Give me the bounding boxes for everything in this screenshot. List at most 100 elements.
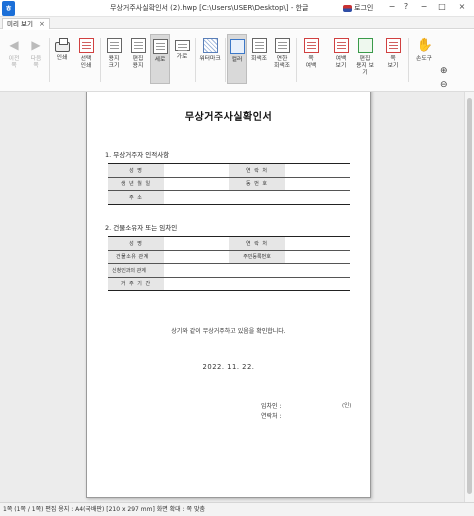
divider <box>408 38 409 82</box>
document-title: 무상거주사실확인서 <box>184 112 273 123</box>
table-cell <box>164 176 229 191</box>
color-button[interactable]: 컬러 <box>227 34 247 84</box>
zoom-out-icon[interactable]: ⊖ <box>440 78 470 92</box>
ribbon-toolbar: ◀ 이전 쪽 ▶ 다음 쪽 인쇄 선택 인쇄 용지 크기 편집 용지 세로 가로… <box>0 30 474 104</box>
document-date: 2022. 11. 22. <box>202 363 255 371</box>
table-cell: 건물소유 관계 <box>108 249 164 264</box>
preview-viewport[interactable]: 무상거주사실확인서 1. 무상거주자 인적사항 성 명 연 락 처 생 년 월 … <box>0 92 464 502</box>
next-page-button[interactable]: ▶ 다음 쪽 <box>26 34 46 84</box>
table-cell: 주민등록번호 <box>229 249 285 264</box>
table-cell <box>164 164 229 178</box>
ribbon-collapse-icon[interactable]: − <box>386 2 398 11</box>
light-grayscale-label: 연한 회색조 <box>274 56 290 69</box>
show-margin-button[interactable]: 여백 보기 <box>330 34 352 84</box>
page-view-button[interactable]: 쪽 보기 <box>382 34 404 84</box>
light-grayscale-icon <box>274 38 290 53</box>
tab-preview[interactable]: 미리 보기 × <box>2 18 50 29</box>
page-margin-button[interactable]: 쪽 여백 <box>300 34 322 84</box>
close-icon[interactable]: × <box>39 19 45 29</box>
title-bar: ㅎ 무상거주사실확인서 (2).hwp [C:\Users\USER\Deskt… <box>0 0 474 17</box>
select-print-label: 선택 인쇄 <box>80 56 92 69</box>
table-cell: 신청인과의 관계 <box>108 263 164 277</box>
document-page: 무상거주사실확인서 1. 무상거주자 인적사항 성 명 연 락 처 생 년 월 … <box>86 92 371 498</box>
show-edit-paper-icon <box>357 38 373 53</box>
table-cell: 연 락 처 <box>229 163 285 177</box>
vertical-scrollbar[interactable] <box>464 92 474 502</box>
table-cell: 성 명 <box>108 163 164 177</box>
prev-page-icon: ◀ <box>9 38 19 52</box>
divider <box>225 38 226 82</box>
table-cell <box>164 263 350 277</box>
landscape-button[interactable]: 가로 <box>172 34 192 84</box>
page-view-icon <box>385 38 401 53</box>
prev-page-button[interactable]: ◀ 이전 쪽 <box>4 34 24 84</box>
divider <box>49 38 50 82</box>
paper-size-icon <box>106 38 122 53</box>
portrait-icon <box>152 39 168 54</box>
table-cell <box>164 276 350 291</box>
select-print-button[interactable]: 선택 인쇄 <box>75 34 97 84</box>
next-page-icon: ▶ <box>31 38 41 52</box>
flag-icon <box>343 5 352 12</box>
show-margin-icon <box>333 38 349 53</box>
light-grayscale-button[interactable]: 연한 회색조 <box>271 34 293 84</box>
contact-label: 연락처 : <box>261 413 282 420</box>
printer-icon <box>54 38 70 52</box>
watermark-icon <box>202 38 218 53</box>
grayscale-label: 회색조 <box>251 56 267 62</box>
show-edit-paper-button[interactable]: 편집 용지 보기 <box>354 34 376 84</box>
table-cell: 거 주 기 간 <box>108 276 164 291</box>
confirmation-text: 상기와 같이 무상거주하고 있음을 확인합니다. <box>171 328 286 335</box>
edit-paper-button[interactable]: 편집 용지 <box>128 34 148 84</box>
table-cell <box>285 237 350 251</box>
table-cell: 성 명 <box>108 236 164 250</box>
window-title: 무상거주사실확인서 (2).hwp [C:\Users\USER\Desktop… <box>110 4 309 12</box>
maximize-button[interactable]: □ <box>436 2 448 11</box>
close-button[interactable]: × <box>456 2 468 11</box>
table-cell <box>164 249 229 264</box>
grayscale-button[interactable]: 회색조 <box>249 34 269 84</box>
tab-strip: 미리 보기 × <box>0 17 474 29</box>
table-row: 신청인과의 관계 <box>108 263 350 277</box>
owner-info-table: 성 명 연 락 처 건물소유 관계 주민등록번호 신청인과의 관계 거 주 기 … <box>108 236 350 291</box>
watermark-button[interactable]: 워터마크 <box>197 34 223 84</box>
portrait-label: 세로 <box>154 57 166 63</box>
print-button[interactable]: 인쇄 <box>52 34 72 84</box>
next-page-label: 다음 쪽 <box>30 56 42 69</box>
watermark-label: 워터마크 <box>199 56 221 62</box>
table-cell <box>285 249 350 264</box>
signer-label: 임차인 : <box>261 403 282 410</box>
edit-paper-label: 편집 용지 <box>132 56 144 69</box>
table-cell <box>285 164 350 178</box>
edit-paper-icon <box>130 38 146 53</box>
hwp-app-icon[interactable]: ㅎ <box>2 0 15 16</box>
portrait-button[interactable]: 세로 <box>150 34 170 84</box>
table-cell: 연 락 처 <box>229 236 285 250</box>
table-cell: 동 번 호 <box>229 176 285 191</box>
paper-size-label: 용지 크기 <box>108 56 120 69</box>
resident-info-table: 성 명 연 락 처 생 년 월 일 동 번 호 주 소 <box>108 163 350 205</box>
select-print-icon <box>78 38 94 53</box>
page-view-label: 쪽 보기 <box>387 56 399 69</box>
table-row: 건물소유 관계 주민등록번호 <box>108 249 350 264</box>
table-cell <box>164 190 350 204</box>
section-heading-1: 1. 무상거주자 인적사항 <box>105 151 170 159</box>
status-bar: 1쪽 (1쪽 / 1쪽) 편집 용지 : A4(국배판) [210 x 297 … <box>0 502 474 516</box>
hand-tool-icon: ✋ <box>416 38 433 53</box>
show-edit-paper-label: 편집 용지 보기 <box>356 56 374 76</box>
minimize-button[interactable]: − <box>418 2 430 11</box>
table-row: 주 소 <box>108 190 350 204</box>
paper-size-button[interactable]: 용지 크기 <box>103 34 125 84</box>
hand-tool-button[interactable]: ✋ 손도구 <box>412 34 436 84</box>
help-icon[interactable]: ? <box>400 2 412 11</box>
show-margin-label: 여백 보기 <box>335 56 347 69</box>
table-row: 성 명 연 락 처 <box>108 163 350 178</box>
zoom-in-icon[interactable]: ⊕ <box>440 64 470 78</box>
scroll-thumb[interactable] <box>467 98 472 494</box>
table-cell: 생 년 월 일 <box>108 176 164 191</box>
color-icon <box>229 39 245 54</box>
table-cell <box>164 237 229 251</box>
login-button[interactable]: 로그인 <box>354 3 373 13</box>
table-cell <box>285 176 350 191</box>
section-heading-2: 2. 건물소유자 또는 임차인 <box>105 224 178 232</box>
